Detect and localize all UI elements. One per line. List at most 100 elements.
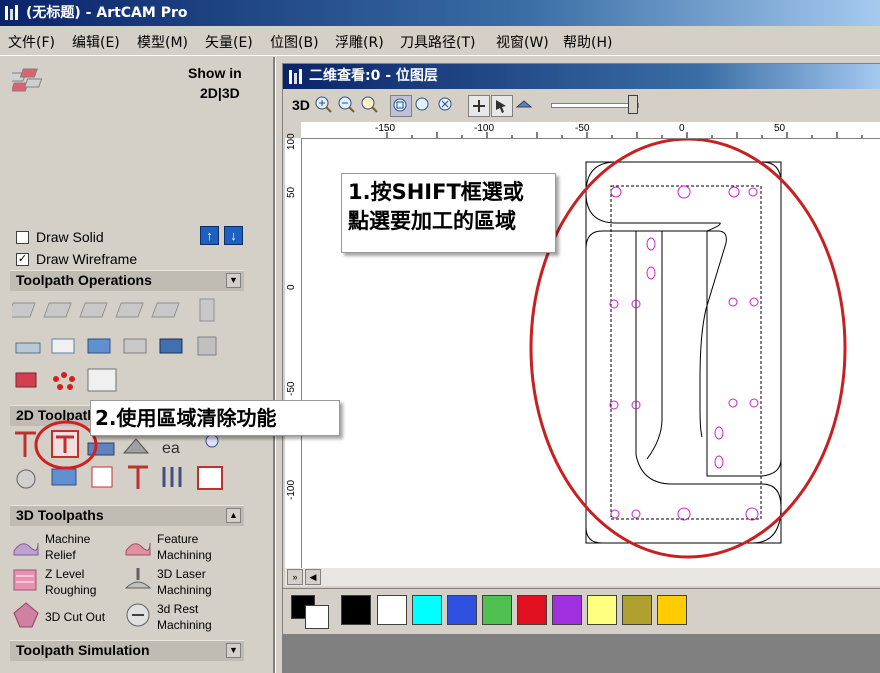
color-palette <box>282 588 880 635</box>
toolpath-operations-title: Toolpath Operations <box>16 272 152 288</box>
draw-solid-checkbox[interactable] <box>16 231 29 244</box>
app-title-bar: (无标题) - ArtCAM Pro <box>0 0 880 26</box>
light-icon[interactable] <box>514 95 534 115</box>
horizontal-ruler: -150 -100 -50 0 50 <box>301 122 880 139</box>
palette-color-black[interactable] <box>341 595 371 625</box>
palette-color-green[interactable] <box>482 595 512 625</box>
3d-cut-out-icon <box>13 602 39 628</box>
3d-cut-out-label: 3D Cut Out <box>45 610 106 624</box>
ruler-left-label: 100 <box>286 133 297 150</box>
draw-wireframe-checkbox[interactable]: ✓ <box>16 253 29 266</box>
show-in-label: Show in <box>188 65 242 81</box>
toolpath-operations-icons[interactable] <box>12 295 227 395</box>
scroll-right-double-icon[interactable]: » <box>287 569 303 585</box>
menu-relief[interactable]: 浮雕(R) <box>335 32 384 52</box>
brightness-slider-track[interactable] <box>551 103 639 108</box>
palette-color-cyan[interactable] <box>412 595 442 625</box>
collapse-arrow-icon[interactable]: ▼ <box>226 273 241 288</box>
palette-color-blue[interactable] <box>447 595 477 625</box>
zoom-in-icon[interactable] <box>314 95 334 115</box>
toolpath-panel: Show in 2D|3D Draw Solid ✓ Draw Wirefram… <box>0 57 275 673</box>
move-up-arrow-icon[interactable]: ↑ <box>200 226 219 245</box>
palette-color-gold[interactable] <box>657 595 687 625</box>
ruler-left-label: -100 <box>286 479 297 500</box>
select-icon[interactable] <box>491 95 513 117</box>
panel-splitter[interactable] <box>275 57 282 673</box>
z-level-roughing-label-1: Z Level <box>45 567 85 581</box>
callout-step-2-text: 2.使用區域清除功能 <box>95 406 277 430</box>
3d-laser-machining-label-1: 3D Laser <box>157 567 206 581</box>
z-level-roughing-icon <box>13 569 37 591</box>
show-in-value[interactable]: 2D|3D <box>200 85 240 101</box>
zoom-extents-icon[interactable] <box>390 95 412 117</box>
ruler-top-label: -50 <box>575 123 590 134</box>
artcam-doc-icon <box>289 69 302 84</box>
menu-bar: 文件(F) 编辑(E) 模型(M) 矢量(E) 位图(B) 浮雕(R) 刀具路径… <box>0 27 880 56</box>
draw-wireframe-label: Draw Wireframe <box>36 251 138 267</box>
callout-step-1-line-2: 點選要加工的區域 <box>348 209 516 233</box>
callout-step-1: 1.按SHIFT框選或 點選要加工的區域 <box>341 173 556 253</box>
material-boundary[interactable] <box>585 161 782 544</box>
ruler-left-label: 0 <box>286 284 297 290</box>
workspace-background <box>282 634 880 673</box>
collapse-arrow-icon[interactable]: ▲ <box>226 508 241 523</box>
vertical-ruler: 100 50 0 -50 -100 <box>285 133 302 568</box>
collapse-arrow-icon[interactable]: ▼ <box>226 643 241 658</box>
move-down-arrow-icon[interactable]: ↓ <box>224 226 243 245</box>
machine-relief-label-1: Machine <box>45 532 91 546</box>
menu-model[interactable]: 模型(M) <box>137 32 188 52</box>
ruler-top-label: -150 <box>375 123 396 134</box>
menu-edit[interactable]: 编辑(E) <box>72 32 120 52</box>
ruler-top-label: 50 <box>774 123 786 134</box>
view-toolbar: 3D <box>283 91 880 119</box>
toolpath-simulation-header[interactable]: Toolpath Simulation ▼ <box>10 640 244 661</box>
zoom-all-icon[interactable] <box>436 95 456 115</box>
pan-icon[interactable] <box>468 95 490 117</box>
2d-view-title-bar: 二维查看:0 - 位图层 <box>283 64 880 89</box>
secondary-color-swatch[interactable] <box>305 605 329 629</box>
ruler-left-label: 50 <box>286 186 297 198</box>
menu-file[interactable]: 文件(F) <box>8 32 55 52</box>
3d-rest-machining-label-1: 3d Rest <box>157 602 199 616</box>
3d-toolpaths-title: 3D Toolpaths <box>16 507 104 523</box>
toolpath-stack-icon <box>12 68 43 92</box>
3d-rest-machining-icon <box>126 603 150 627</box>
palette-color-light-yellow[interactable] <box>587 595 617 625</box>
3d-toolpaths-header[interactable]: 3D Toolpaths ▲ <box>10 505 244 526</box>
brightness-slider-thumb[interactable] <box>628 95 638 114</box>
palette-color-red[interactable] <box>517 595 547 625</box>
svg-text:ea: ea <box>162 440 180 457</box>
menu-vector[interactable]: 矢量(E) <box>205 32 253 52</box>
zoom-out-icon[interactable] <box>337 95 357 115</box>
window-title: (无标题) - ArtCAM Pro <box>26 5 188 21</box>
callout-step-1-line-1: 1.按SHIFT框選或 <box>348 180 524 204</box>
palette-color-olive[interactable] <box>622 595 652 625</box>
machine-relief-label-2: Relief <box>45 548 76 562</box>
feature-machining-icon <box>125 542 151 556</box>
3d-view-button[interactable]: 3D <box>292 97 310 113</box>
3d-laser-machining-icon <box>124 568 152 589</box>
palette-color-purple[interactable] <box>552 595 582 625</box>
2d-view-title: 二维查看:0 - 位图层 <box>309 68 438 84</box>
ruler-top-label: 0 <box>679 123 685 134</box>
ruler-left-label: -50 <box>286 381 297 396</box>
menu-toolpaths[interactable]: 刀具路径(T) <box>400 32 475 52</box>
toolpath-operations-header[interactable]: Toolpath Operations ▼ <box>10 270 244 291</box>
2d-view-window: 二维查看:0 - 位图层 3D -150 -100 -50 0 50 100 5… <box>282 63 880 589</box>
machine-relief-icon <box>13 542 39 556</box>
menu-help[interactable]: 帮助(H) <box>563 32 612 52</box>
feature-machining-label-2: Machining <box>157 548 212 562</box>
callout-step-2: 2.使用區域清除功能 <box>90 400 340 436</box>
3d-laser-machining-label-2: Machining <box>157 583 212 597</box>
toolpath-simulation-title: Toolpath Simulation <box>16 642 150 658</box>
zoom-box-icon[interactable] <box>413 95 433 115</box>
z-level-roughing-label-2: Roughing <box>45 583 97 597</box>
artcam-app-icon <box>5 5 18 20</box>
palette-color-white[interactable] <box>377 595 407 625</box>
scroll-left-arrow-icon[interactable]: ◀ <box>305 569 321 585</box>
zoom-previous-icon[interactable] <box>360 95 380 115</box>
feature-machining-label-1: Feature <box>157 532 199 546</box>
menu-bitmap[interactable]: 位图(B) <box>270 32 319 52</box>
horizontal-scrollbar[interactable]: » ◀ <box>285 568 880 586</box>
menu-window[interactable]: 视窗(W) <box>496 32 549 52</box>
